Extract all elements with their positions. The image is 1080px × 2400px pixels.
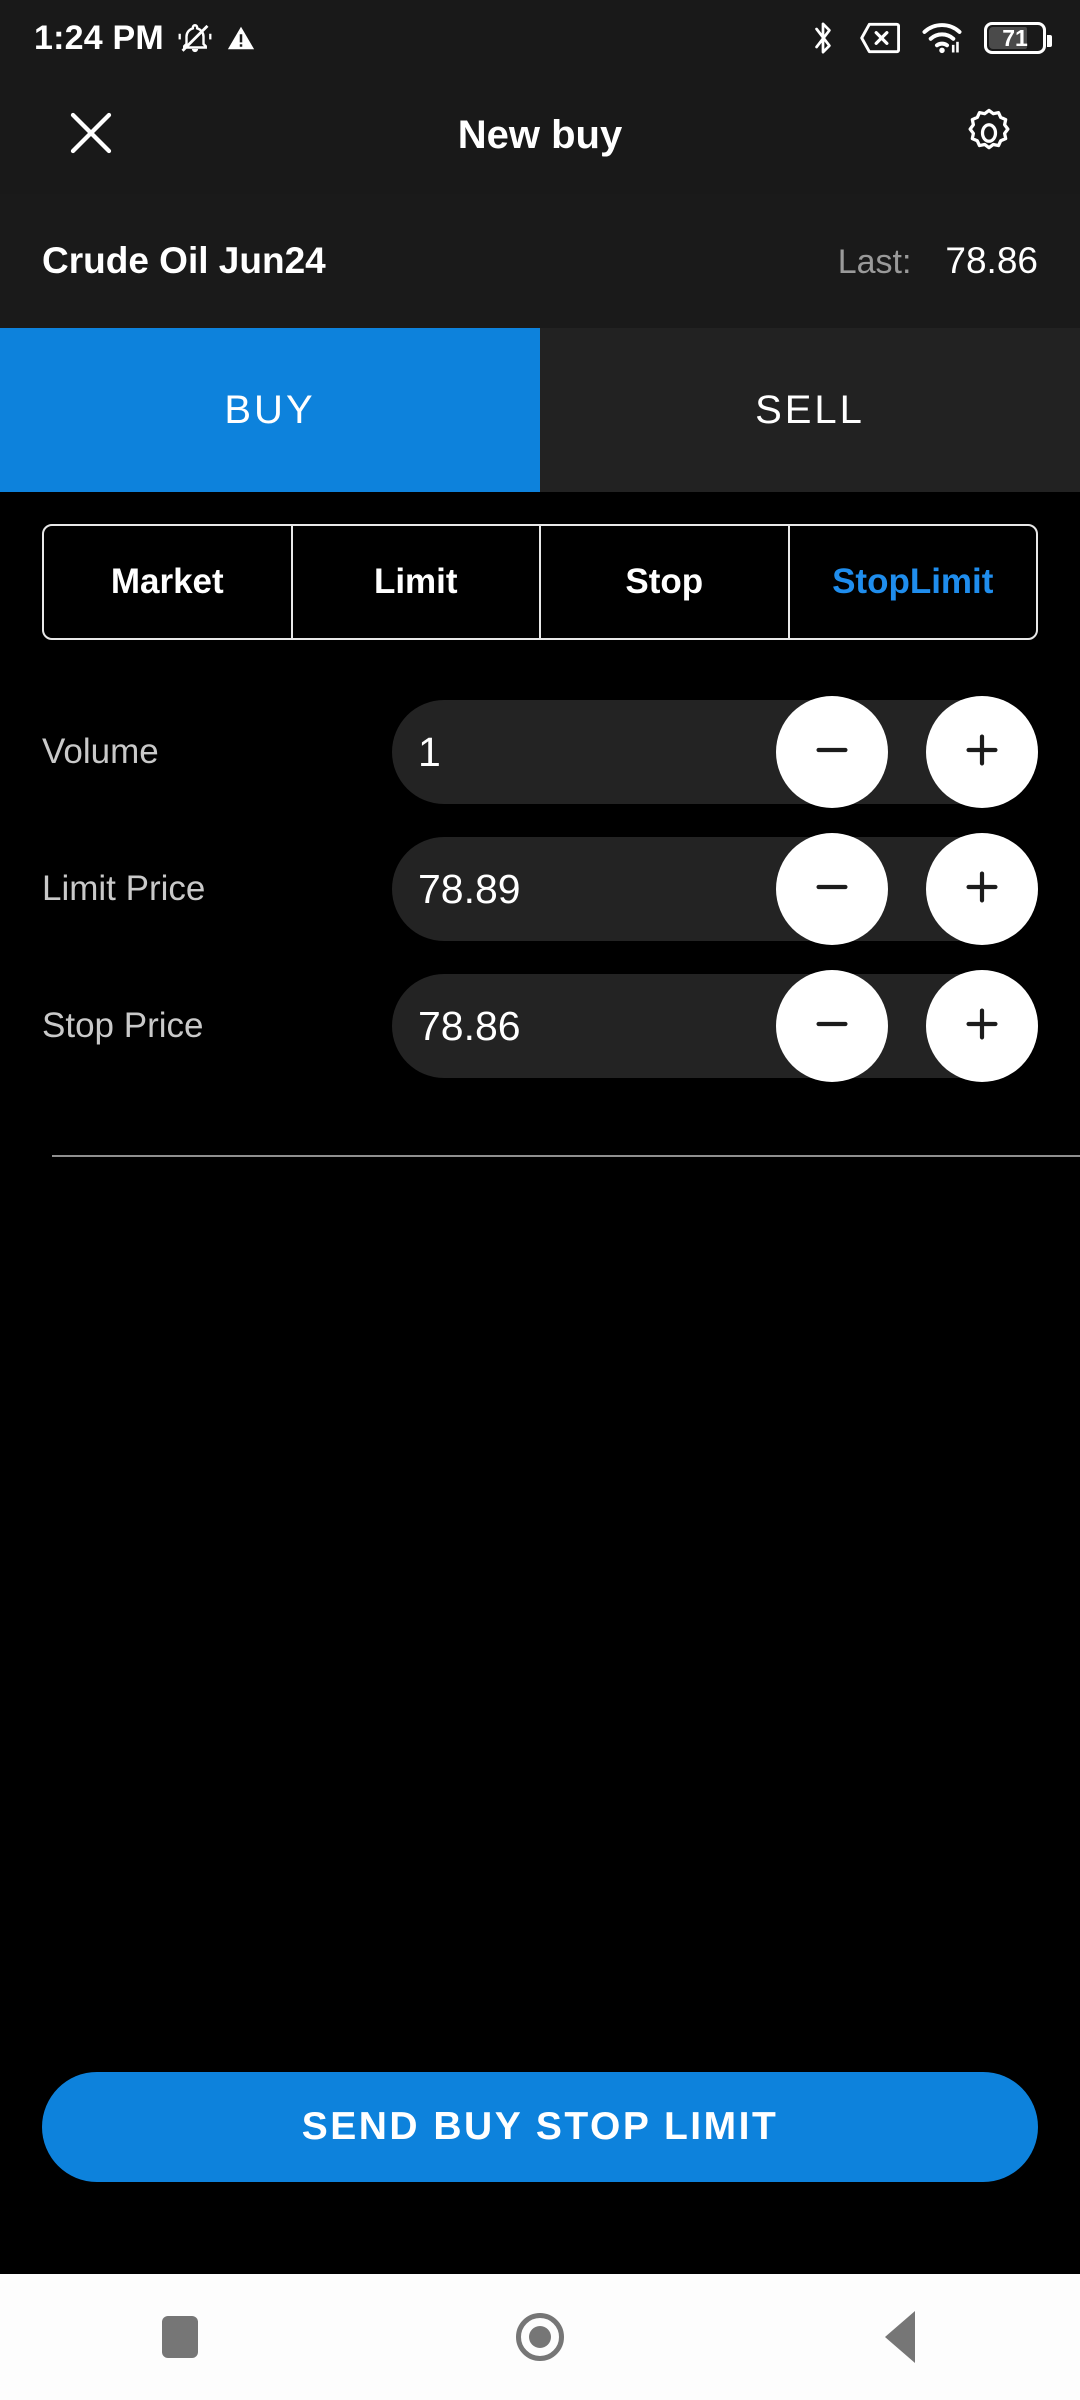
- plus-icon: [959, 727, 1005, 778]
- back-button[interactable]: [810, 2287, 990, 2387]
- android-navigation-bar: [0, 2274, 1080, 2400]
- status-bar-clock: 1:24 PM: [34, 18, 164, 57]
- volume-decrement-button[interactable]: [776, 696, 888, 808]
- square-recents-icon: [162, 2316, 198, 2358]
- send-order-button[interactable]: SEND BUY STOP LIMIT: [42, 2072, 1038, 2182]
- volume-value: 1: [418, 728, 441, 775]
- status-bar: 1:24 PM 71: [0, 0, 1080, 76]
- recents-button[interactable]: [90, 2287, 270, 2387]
- limit-price-label: Limit Price: [42, 869, 206, 908]
- minus-icon: [809, 864, 855, 915]
- plus-icon: [959, 864, 1005, 915]
- wifi-icon: [922, 22, 962, 54]
- volume-field-group: 1: [392, 696, 1038, 808]
- stop-price-increment-button[interactable]: [926, 970, 1038, 1082]
- order-type-market[interactable]: Market: [44, 526, 293, 638]
- section-divider: [52, 1155, 1080, 1157]
- limit-price-field-group: 78.89: [392, 833, 1038, 945]
- instrument-bar[interactable]: Crude Oil Jun24 Last: 78.86: [0, 194, 1080, 328]
- bluetooth-icon: [808, 20, 838, 56]
- settings-button[interactable]: [954, 100, 1024, 170]
- order-form: Volume 1 Limit Price 78.89 Stop Price 78…: [0, 696, 1080, 1111]
- close-icon: [64, 106, 118, 165]
- stop-price-value: 78.86: [418, 1002, 521, 1049]
- last-price-label: Last:: [837, 243, 912, 281]
- sim-card-off-icon: [860, 22, 900, 54]
- order-type-stop[interactable]: Stop: [541, 526, 790, 638]
- warning-triangle-icon: [226, 23, 256, 53]
- battery-icon: 71: [984, 22, 1052, 54]
- tab-sell[interactable]: SELL: [540, 328, 1080, 492]
- gear-icon: [963, 107, 1015, 164]
- minus-icon: [809, 727, 855, 778]
- status-bar-left: 1:24 PM: [34, 19, 256, 58]
- home-button[interactable]: [450, 2287, 630, 2387]
- battery-level-label: 71: [1002, 24, 1028, 51]
- bell-mute-icon: [178, 21, 212, 55]
- side-tabs: BUY SELL: [0, 328, 1080, 492]
- form-row-limit-price: Limit Price 78.89: [0, 833, 1080, 945]
- instrument-last-price: Last: 78.86: [838, 240, 1038, 282]
- limit-price-value: 78.89: [418, 865, 521, 912]
- instrument-name: Crude Oil Jun24: [42, 240, 326, 281]
- tab-buy[interactable]: BUY: [0, 328, 540, 492]
- last-price-value: 78.86: [945, 240, 1038, 281]
- stop-price-field-group: 78.86: [392, 970, 1038, 1082]
- volume-label: Volume: [42, 732, 159, 771]
- status-bar-right: 71: [808, 20, 1052, 56]
- limit-price-decrement-button[interactable]: [776, 833, 888, 945]
- app-screen: 1:24 PM 71 New buy Crude Oil Jun24 Last:…: [0, 0, 1080, 2400]
- form-row-volume: Volume 1: [0, 696, 1080, 808]
- minus-icon: [809, 1001, 855, 1052]
- close-button[interactable]: [56, 100, 126, 170]
- order-type-limit[interactable]: Limit: [293, 526, 541, 638]
- app-header: New buy: [0, 76, 1080, 194]
- plus-icon: [959, 1001, 1005, 1052]
- page-title: New buy: [457, 112, 623, 157]
- stop-price-label: Stop Price: [42, 1006, 204, 1045]
- order-type-selector: Market Limit Stop StopLimit: [42, 524, 1038, 640]
- stop-price-decrement-button[interactable]: [776, 970, 888, 1082]
- form-row-stop-price: Stop Price 78.86: [0, 970, 1080, 1082]
- volume-increment-button[interactable]: [926, 696, 1038, 808]
- triangle-back-icon: [885, 2311, 915, 2363]
- circle-home-icon: [516, 2313, 564, 2361]
- order-type-stoplimit[interactable]: StopLimit: [790, 526, 1037, 638]
- limit-price-increment-button[interactable]: [926, 833, 1038, 945]
